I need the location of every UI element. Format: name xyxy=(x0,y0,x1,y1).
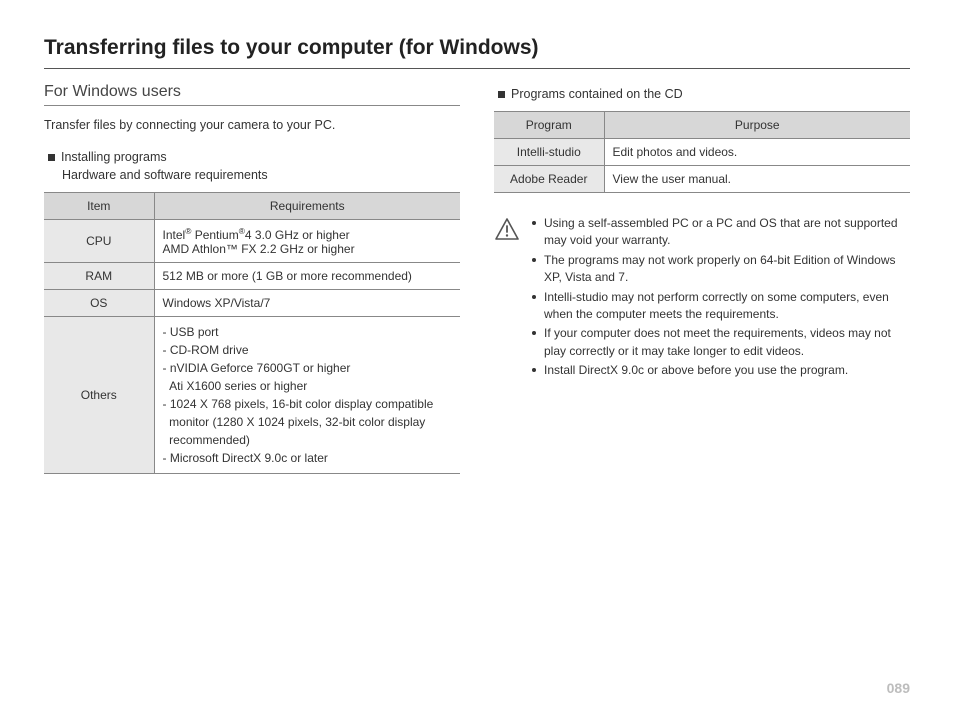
list-item: Intelli-studio may not perform correctly… xyxy=(532,289,910,324)
list-item: If your computer does not meet the requi… xyxy=(532,325,910,360)
cell-cpu-value: Intel® Pentium®4 3.0 GHz or higherAMD At… xyxy=(154,220,460,263)
subhead-label: Installing programs xyxy=(61,150,167,164)
square-bullet-icon xyxy=(48,154,55,161)
cell-others-label: Others xyxy=(44,317,154,474)
list-item: Install DirectX 9.0c or above before you… xyxy=(532,362,910,379)
list-item: Using a self-assembled PC or a PC and OS… xyxy=(532,215,910,250)
title-divider xyxy=(44,68,910,69)
cell-ram-label: RAM xyxy=(44,263,154,290)
subhead-label: Programs contained on the CD xyxy=(511,87,683,101)
th-item: Item xyxy=(44,193,154,220)
cell-ram-value: 512 MB or more (1 GB or more recommended… xyxy=(154,263,460,290)
intro-text: Transfer files by connecting your camera… xyxy=(44,118,460,132)
square-bullet-icon xyxy=(498,91,505,98)
warning-icon xyxy=(494,217,520,246)
cell-purpose: View the user manual. xyxy=(604,166,910,193)
th-program: Program xyxy=(494,112,604,139)
subhead-programs-cd: Programs contained on the CD xyxy=(498,87,910,101)
cell-program: Adobe Reader xyxy=(494,166,604,193)
warning-list: Using a self-assembled PC or a PC and OS… xyxy=(532,215,910,382)
cell-purpose: Edit photos and videos. xyxy=(604,139,910,166)
cell-os-label: OS xyxy=(44,290,154,317)
subhead-installing-programs: Installing programs xyxy=(48,150,460,164)
cell-os-value: Windows XP/Vista/7 xyxy=(154,290,460,317)
section-divider xyxy=(44,105,460,106)
table-row: CPU Intel® Pentium®4 3.0 GHz or higherAM… xyxy=(44,220,460,263)
cell-program: Intelli-studio xyxy=(494,139,604,166)
programs-table: Program Purpose Intelli-studio Edit phot… xyxy=(494,111,910,193)
subhead-requirements-label: Hardware and software requirements xyxy=(62,168,460,182)
two-column-layout: For Windows users Transfer files by conn… xyxy=(44,83,910,474)
cell-others-value: - USB port- CD-ROM drive- nVIDIA Geforce… xyxy=(154,317,460,474)
table-row: Intelli-studio Edit photos and videos. xyxy=(494,139,910,166)
page-title: Transferring files to your computer (for… xyxy=(44,36,910,60)
left-column: For Windows users Transfer files by conn… xyxy=(44,83,460,474)
list-item: The programs may not work properly on 64… xyxy=(532,252,910,287)
table-row: OS Windows XP/Vista/7 xyxy=(44,290,460,317)
table-row: Others - USB port- CD-ROM drive- nVIDIA … xyxy=(44,317,460,474)
page-number: 089 xyxy=(887,680,910,696)
th-purpose: Purpose xyxy=(604,112,910,139)
manual-page: Transferring files to your computer (for… xyxy=(0,0,954,720)
section-heading-windows-users: For Windows users xyxy=(44,83,460,101)
table-row: Adobe Reader View the user manual. xyxy=(494,166,910,193)
requirements-table: Item Requirements CPU Intel® Pentium®4 3… xyxy=(44,192,460,474)
th-requirements: Requirements xyxy=(154,193,460,220)
right-column: Programs contained on the CD Program Pur… xyxy=(494,83,910,474)
warning-block: Using a self-assembled PC or a PC and OS… xyxy=(494,215,910,382)
cell-cpu-label: CPU xyxy=(44,220,154,263)
table-row: RAM 512 MB or more (1 GB or more recomme… xyxy=(44,263,460,290)
